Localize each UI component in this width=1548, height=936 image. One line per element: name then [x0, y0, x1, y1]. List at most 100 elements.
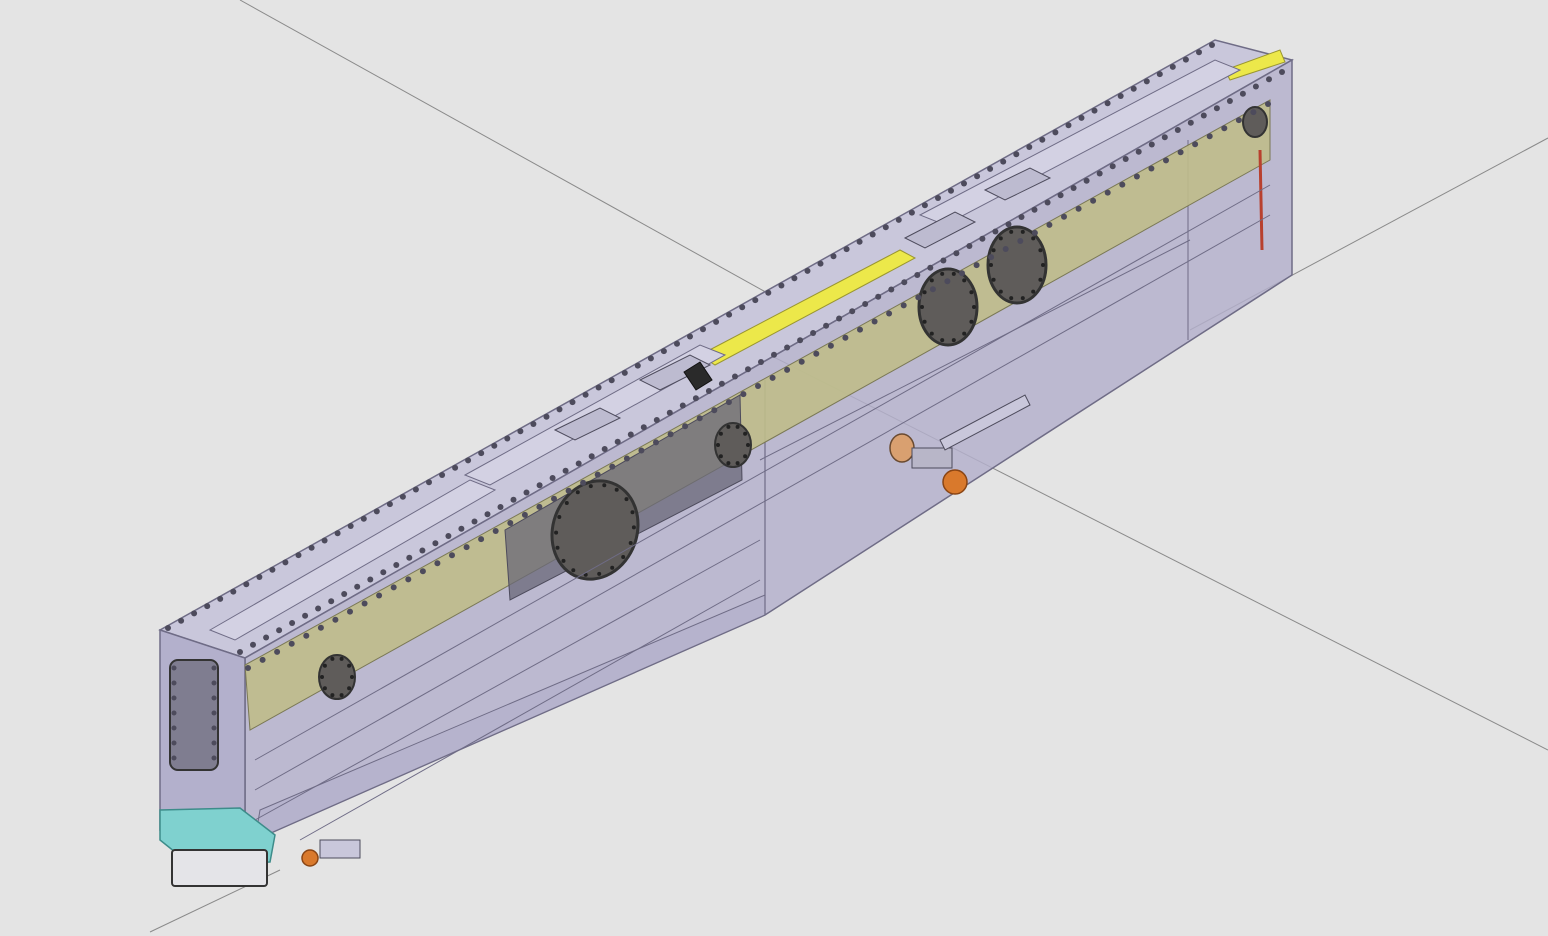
- rim-bolt: [640, 424, 647, 431]
- isometric-assembly-scene[interactable]: [0, 0, 1548, 936]
- rim-bolt: [295, 552, 302, 559]
- rim-bolt: [1122, 156, 1129, 162]
- rim-bolt: [504, 435, 511, 442]
- rim-bolt: [857, 326, 863, 333]
- rim-bolt: [426, 479, 432, 486]
- flange-bolt: [322, 686, 327, 691]
- rim-bolt: [929, 286, 936, 293]
- rim-bolt: [682, 423, 689, 430]
- rim-bolt: [217, 595, 224, 602]
- rim-bolt: [797, 337, 804, 344]
- rim-bolt: [1235, 117, 1242, 124]
- flange-bolt: [929, 278, 934, 283]
- rim-bolt: [1221, 125, 1228, 132]
- cad-3d-viewport[interactable]: [0, 0, 1548, 936]
- rim-bolt: [569, 399, 576, 406]
- rim-bolt: [204, 603, 211, 610]
- rim-bolt: [888, 286, 895, 293]
- rim-bolt: [1039, 136, 1046, 143]
- rim-bolt: [1133, 173, 1140, 180]
- rim-bolt: [334, 530, 341, 537]
- support-strut: [319, 839, 361, 859]
- rim-bolt: [810, 330, 817, 336]
- rim-bolt: [621, 369, 628, 376]
- rim-bolt: [517, 428, 524, 435]
- rim-bolt: [507, 520, 514, 526]
- rim-bolt: [1117, 93, 1124, 99]
- rim-bolt: [530, 421, 537, 427]
- rim-bolt: [1187, 119, 1194, 126]
- rim-bolt: [492, 528, 499, 534]
- rim-bolt: [871, 318, 878, 325]
- rim-bolt: [804, 267, 811, 274]
- rim-bolt: [1252, 83, 1259, 90]
- rim-bolt: [953, 250, 960, 257]
- rim-bolt: [1031, 229, 1038, 236]
- flange-bolt: [718, 431, 723, 436]
- flange-bolt: [951, 271, 956, 276]
- rim-bolt: [303, 632, 310, 639]
- rim-bolt: [1026, 144, 1033, 150]
- rim-bolt: [692, 395, 699, 402]
- rim-bolt: [523, 489, 530, 496]
- rim-bolt: [1090, 197, 1097, 204]
- rim-bolt: [390, 584, 397, 591]
- rim-bolt: [1266, 76, 1272, 83]
- rim-bolt: [817, 260, 824, 267]
- rim-bolt: [849, 308, 856, 315]
- rim-bolt: [765, 289, 772, 296]
- viewport-flange-small: [318, 654, 356, 700]
- panel-bolt: [211, 755, 217, 761]
- panel-bolt: [171, 665, 177, 671]
- left-access-panel: [169, 659, 219, 771]
- rim-bolt: [778, 282, 785, 289]
- flange-bolt: [1031, 236, 1036, 241]
- rim-bolt: [360, 515, 367, 522]
- rim-bolt: [900, 302, 907, 309]
- rim-bolt: [1104, 189, 1111, 196]
- rim-bolt: [1226, 98, 1233, 104]
- rim-bolt: [1200, 112, 1207, 119]
- rim-bolt: [627, 431, 634, 438]
- rim-bolt: [696, 415, 703, 422]
- rim-bolt: [1083, 177, 1090, 184]
- rim-bolt: [915, 294, 922, 301]
- panel-bolt: [171, 755, 177, 761]
- rim-bolt: [562, 467, 569, 474]
- rim-bolt: [302, 612, 309, 619]
- rim-bolt: [948, 187, 954, 194]
- rim-bolt: [666, 409, 673, 416]
- rim-bolt: [588, 453, 595, 460]
- flange-bolt: [969, 319, 974, 324]
- rim-bolt: [282, 559, 289, 566]
- rim-bolt: [856, 238, 863, 245]
- rim-bolt: [536, 482, 543, 489]
- rim-bolt: [1005, 221, 1012, 228]
- rim-bolt: [1156, 71, 1163, 78]
- rim-bolt: [1209, 42, 1215, 48]
- rim-bolt: [653, 417, 660, 423]
- rim-bolt: [739, 304, 746, 311]
- rim-bolt: [979, 235, 986, 242]
- rim-bolt: [988, 254, 995, 261]
- rim-bolt: [726, 311, 733, 318]
- rim-bolt: [705, 388, 712, 394]
- flange-bolt: [557, 515, 562, 519]
- rim-bolt: [373, 508, 380, 515]
- rim-bolt: [725, 399, 732, 406]
- rim-bolt: [1250, 109, 1257, 116]
- rim-bolt: [250, 641, 256, 648]
- rim-bolt: [289, 620, 296, 626]
- access-panel: [169, 659, 219, 771]
- rim-bolt: [1239, 90, 1246, 97]
- rim-bolt: [1018, 214, 1025, 220]
- rim-bolt: [1213, 105, 1220, 112]
- flange-bolt: [998, 236, 1003, 241]
- flange-bolt: [602, 483, 607, 488]
- rim-bolt: [869, 231, 876, 238]
- flange-bolt: [347, 663, 352, 668]
- rim-bolt: [713, 318, 720, 325]
- pipe-segment: [911, 447, 953, 469]
- rim-bolt: [1065, 122, 1072, 129]
- rim-bolt: [1070, 185, 1077, 191]
